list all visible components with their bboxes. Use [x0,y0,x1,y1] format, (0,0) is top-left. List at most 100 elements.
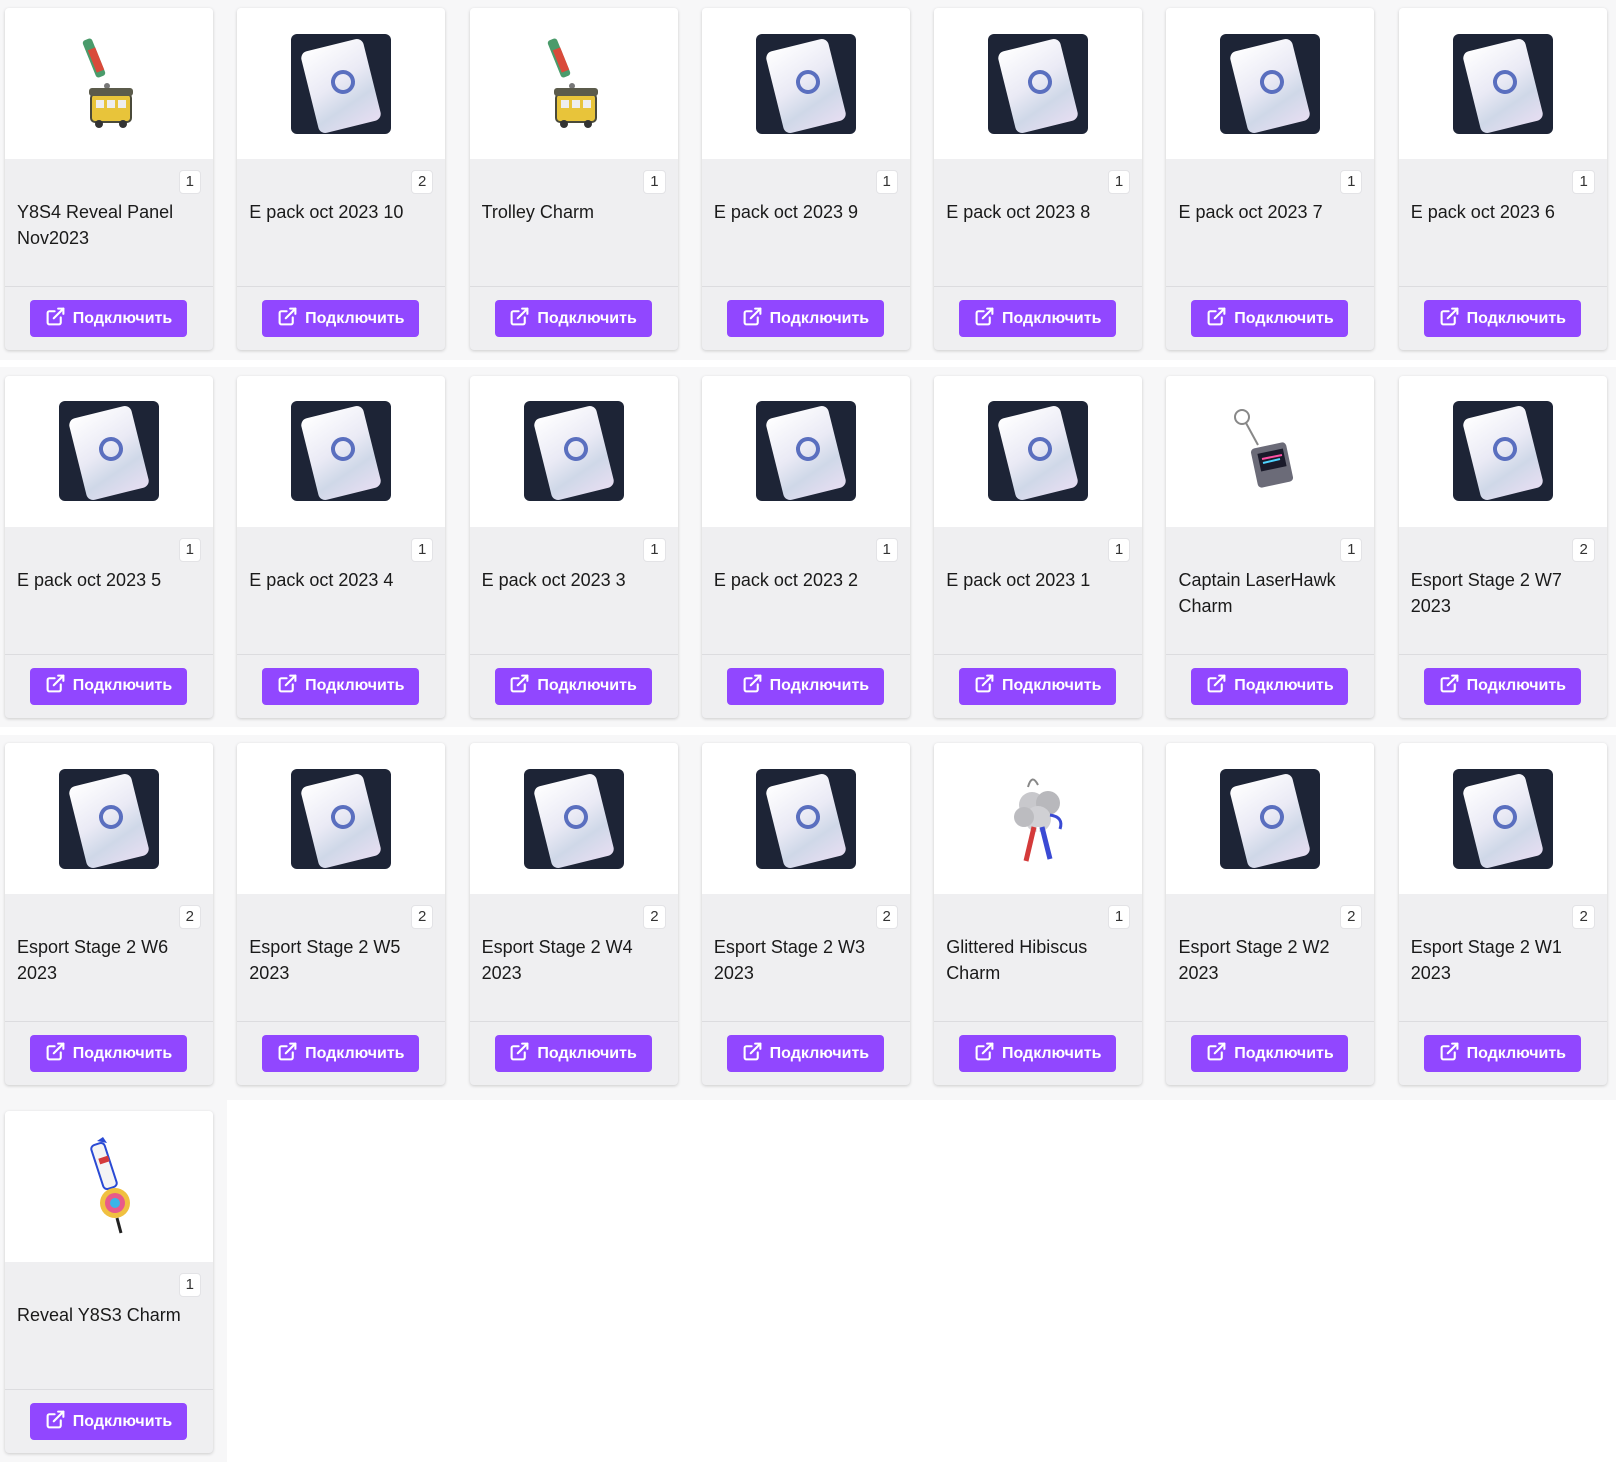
esports-pack-icon [523,768,624,869]
item-name: E pack oct 2023 7 [1178,202,1323,222]
external-link-icon [742,673,763,699]
connect-button[interactable]: Подключить [1423,1035,1581,1073]
card-footer: Подключить [5,286,213,350]
connect-button-label: Подключить [305,1044,405,1062]
quantity-badge: 1 [1572,170,1595,194]
connect-button[interactable]: Подключить [726,300,884,337]
card-footer: Подключить [701,286,910,350]
connect-button[interactable]: Подключить [494,667,652,705]
quantity-badge: 2 [410,170,434,194]
card-footer: Подключить [1166,1021,1375,1085]
item-info: 1 E pack oct 2023 4 [237,527,445,654]
connect-button[interactable]: Подключить [959,300,1117,337]
item-name: Reveal Y8S3 Charm [17,1305,181,1326]
card-footer: Подключить [1398,1021,1607,1085]
item-card: 2 Esport Stage 2 W2 2023 Подключить [1166,743,1375,1086]
quantity-badge: 2 [1572,905,1595,930]
item-name: Glittered Hibiscus Charm [946,937,1088,984]
item-info: 2 Esport Stage 2 W1 2023 [1399,894,1607,1021]
external-link-icon [509,673,530,699]
connect-button-label: Подключить [537,677,637,695]
item-info: 1 Trolley Charm [470,159,678,286]
item-card: 2 Esport Stage 2 W3 2023 Подключить [701,743,910,1086]
item-card: 1 E pack oct 2023 4 Подключить [237,375,446,718]
external-link-icon [277,306,298,332]
external-link-icon [1206,673,1227,699]
connect-button[interactable]: Подключить [959,1035,1117,1073]
quantity-badge: 1 [178,1273,201,1298]
esports-pack-icon [755,33,856,134]
connect-button[interactable]: Подключить [959,667,1117,705]
item-card: 1 E pack oct 2023 1 Подключить [934,375,1143,718]
connect-button[interactable]: Подключить [1191,667,1349,705]
item-thumbnail [469,743,678,895]
keychain-charm-icon [1220,401,1320,501]
item-thumbnail [237,375,446,527]
card-footer: Подключить [701,653,910,718]
quantity-badge: 2 [410,905,434,930]
connect-button[interactable]: Подключить [30,1403,187,1441]
quantity-badge: 1 [1340,537,1363,562]
item-name: Esport Stage 2 W5 2023 [249,937,401,984]
connect-button[interactable]: Подключить [1191,1035,1349,1073]
item-thumbnail [1398,743,1607,895]
card-footer: Подключить [1398,653,1607,718]
esports-pack-icon [59,401,159,502]
item-info: 1 E pack oct 2023 5 [5,527,213,654]
item-card: 2 Esport Stage 2 W7 2023 Подключить [1398,375,1607,718]
connect-button-label: Подключить [72,1044,173,1062]
item-info: 2 Esport Stage 2 W7 2023 [1399,527,1607,654]
connect-button[interactable]: Подключить [30,1035,187,1073]
esports-pack-icon [755,401,856,502]
connect-button[interactable]: Подключить [726,1035,884,1073]
connect-button-label: Подключить [1234,309,1334,327]
item-thumbnail [1166,743,1375,895]
esports-pack-icon [1220,33,1321,134]
connect-button-label: Подключить [72,309,173,327]
esports-pack-icon [291,768,392,869]
external-link-icon [1439,306,1460,332]
quantity-badge: 1 [875,537,898,562]
connect-button[interactable]: Подключить [262,300,420,337]
item-info: 1 E pack oct 2023 6 [1399,159,1607,286]
item-card: 2 Esport Stage 2 W6 2023 Подключить [5,743,213,1086]
quantity-badge: 1 [1107,170,1131,194]
connect-button[interactable]: Подключить [30,667,187,705]
item-info: 1 E pack oct 2023 1 [934,527,1142,654]
item-thumbnail [701,8,910,159]
item-info: 1 E pack oct 2023 9 [702,159,910,286]
card-footer: Подключить [237,653,446,718]
connect-button[interactable]: Подключить [1191,300,1349,337]
connect-button-label: Подключить [1001,1044,1102,1062]
connect-button-label: Подключить [769,1044,870,1062]
card-footer: Подключить [934,1021,1143,1085]
item-thumbnail [934,375,1143,527]
card-footer: Подключить [934,653,1143,718]
external-link-icon [277,673,298,699]
connect-button[interactable]: Подключить [494,300,652,337]
esports-pack-icon [988,33,1089,134]
connect-button-label: Подключить [72,1412,173,1430]
card-footer: Подключить [469,1021,678,1085]
connect-button-label: Подключить [769,309,870,327]
item-name: Captain LaserHawk Charm [1178,569,1336,616]
item-info: 1 Captain LaserHawk Charm [1166,527,1374,654]
item-card: 1 Reveal Y8S3 Charm Подключить [5,1111,213,1454]
connect-button[interactable]: Подключить [494,1035,652,1073]
esports-pack-icon [59,768,159,869]
connect-button-label: Подключить [1466,1044,1566,1062]
esports-pack-icon [988,401,1089,502]
connect-button[interactable]: Подключить [726,667,884,705]
item-thumbnail [5,743,213,895]
connect-button[interactable]: Подключить [262,1035,420,1073]
connect-button[interactable]: Подключить [262,667,420,705]
connect-button-label: Подключить [1234,1044,1334,1062]
connect-button[interactable]: Подключить [1423,667,1581,705]
connect-button[interactable]: Подключить [1423,300,1581,337]
item-name: E pack oct 2023 2 [713,569,858,590]
quantity-badge: 1 [643,537,666,562]
esports-pack-icon [1220,768,1321,869]
connect-button[interactable]: Подключить [30,300,187,337]
item-info: 2 Esport Stage 2 W2 2023 [1166,894,1374,1021]
external-link-icon [509,306,530,332]
